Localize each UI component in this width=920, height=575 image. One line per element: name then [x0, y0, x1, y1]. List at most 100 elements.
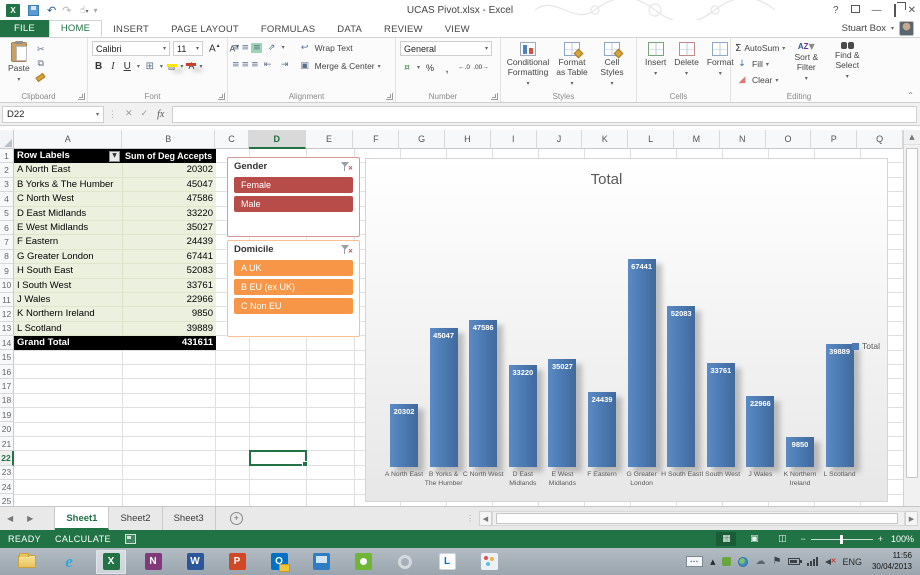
row-header-5[interactable]: 5 [0, 207, 14, 221]
pivot-data-row[interactable]: D East Midlands33220 [14, 207, 216, 221]
pivot-table[interactable]: Row Labels▼Sum of Deg AcceptsA North Eas… [14, 149, 216, 350]
row-header-3[interactable]: 3 [0, 178, 14, 192]
align-bottom-icon[interactable]: ≡ [251, 43, 262, 53]
taskbar-powerpoint-icon[interactable]: P [222, 550, 252, 574]
tray-volume-muted-icon[interactable]: ✕ [825, 557, 835, 566]
column-header-j[interactable]: J [537, 130, 583, 149]
pivot-cell-label[interactable]: J Wales [14, 293, 123, 307]
macro-record-icon[interactable] [125, 534, 136, 544]
scroll-up-icon[interactable]: ▲ [904, 130, 920, 145]
tray-battery-icon[interactable] [788, 558, 800, 565]
insert-function-icon[interactable]: fx [157, 109, 164, 120]
align-center-icon[interactable]: ≡ [242, 60, 249, 70]
slicer-domicile[interactable]: Domicile✕A UKB EU (ex UK)C Non EU [227, 240, 360, 337]
pivot-cell-value[interactable]: 52083 [123, 264, 216, 278]
row-header-16[interactable]: 16 [0, 365, 14, 379]
pivot-data-row[interactable]: L Scotland39889 [14, 322, 216, 336]
underline-button[interactable]: U [121, 61, 134, 72]
taskbar-excel-icon[interactable]: X [96, 550, 126, 574]
vertical-scrollbar[interactable]: ▲ [903, 130, 920, 506]
pivot-grand-total-row[interactable]: Grand Total431611 [14, 336, 216, 350]
pivot-cell-value[interactable]: Sum of Deg Accepts [123, 149, 216, 163]
select-all-corner[interactable] [0, 130, 14, 149]
paste-button[interactable]: Paste ▾ [4, 41, 34, 84]
pivot-cell-label[interactable]: F Eastern [14, 235, 123, 249]
fill-button[interactable]: ↓Fill▾ [735, 57, 785, 71]
normal-view-icon[interactable]: ▦ [716, 532, 736, 546]
page-layout-view-icon[interactable]: ▣ [744, 532, 764, 546]
pivot-cell-value[interactable]: 35027 [123, 221, 216, 235]
taskbar-word-icon[interactable]: W [180, 550, 210, 574]
column-header-e[interactable]: E [306, 130, 354, 149]
collapse-ribbon-icon[interactable]: ⌃ [907, 91, 914, 100]
font-size-select[interactable]: 11▾ [173, 41, 203, 56]
row-header-8[interactable]: 8 [0, 250, 14, 264]
italic-button[interactable]: I [108, 61, 117, 72]
tray-clock[interactable]: 11:56 30/04/2013 [872, 551, 912, 572]
clear-filter-icon[interactable]: ✕ [340, 244, 353, 255]
orientation-icon[interactable]: ⇗ [265, 41, 279, 54]
comma-style-icon[interactable]: , [440, 61, 454, 74]
pivot-cell-value[interactable]: 39889 [123, 322, 216, 336]
pivot-cell-value[interactable]: 47586 [123, 192, 216, 206]
pivot-cell-label[interactable]: H South East [14, 264, 123, 278]
zoom-thumb[interactable] [840, 535, 843, 544]
row-header-10[interactable]: 10 [0, 279, 14, 293]
alignment-dialog-launcher-icon[interactable] [386, 93, 393, 100]
taskbar-lync-icon[interactable]: L [432, 550, 462, 574]
bar-l-scotland[interactable] [826, 344, 854, 467]
horizontal-scroll-thumb[interactable] [496, 513, 898, 524]
row-header-2[interactable]: 2 [0, 163, 14, 177]
close-icon[interactable]: ✕ [908, 5, 916, 16]
row-headers[interactable]: 1234567891011121314151617181920212223242… [0, 149, 14, 506]
bold-button[interactable]: B [92, 61, 105, 72]
ribbon-display-options-icon[interactable] [851, 5, 860, 16]
column-header-h[interactable]: H [445, 130, 491, 149]
pivot-cell-label[interactable]: Grand Total [14, 336, 123, 350]
ribbon-tab-file[interactable]: FILE [0, 20, 49, 37]
row-header-18[interactable]: 18 [0, 394, 14, 408]
font-color-icon[interactable]: A [186, 62, 196, 71]
ribbon-tab-view[interactable]: VIEW [434, 22, 481, 37]
align-right-icon[interactable]: ≡ [251, 60, 258, 70]
align-top-icon[interactable]: ≡ [232, 43, 239, 53]
row-header-19[interactable]: 19 [0, 408, 14, 422]
delete-cells-button[interactable]: Delete▾ [670, 41, 703, 78]
row-header-23[interactable]: 23 [0, 466, 14, 480]
column-header-b[interactable]: B [122, 130, 215, 149]
row-header-13[interactable]: 13 [0, 322, 14, 336]
row-header-6[interactable]: 6 [0, 221, 14, 235]
merge-center-button[interactable]: ▣Merge & Center▾ [298, 59, 381, 73]
row-header-14[interactable]: 14 [0, 336, 14, 350]
row-header-1[interactable]: 1 [0, 149, 14, 163]
row-header-21[interactable]: 21 [0, 437, 14, 451]
taskbar-paint-icon[interactable] [474, 550, 504, 574]
slicer-item-b-eu-ex-uk-[interactable]: B EU (ex UK) [234, 279, 353, 295]
tray-action-center-icon[interactable]: ⚑ [772, 556, 781, 567]
zoom-slider[interactable]: − + [800, 534, 883, 544]
increase-indent-icon[interactable]: ⇥ [278, 58, 292, 71]
help-icon[interactable]: ? [833, 5, 839, 16]
ribbon-tab-data[interactable]: DATA [326, 22, 373, 37]
selected-cell-d22[interactable] [249, 450, 307, 465]
pivot-cell-value[interactable]: 33761 [123, 279, 216, 293]
touch-mode-icon[interactable]: ☝▾ [79, 5, 88, 16]
cell-styles-button[interactable]: Cell Styles▾ [593, 41, 631, 88]
pivot-data-row[interactable]: J Wales22966 [14, 293, 216, 307]
autosum-button[interactable]: ΣAutoSum▾ [735, 41, 785, 55]
tray-language[interactable]: ENG [842, 557, 862, 567]
formula-bar-splitter[interactable]: ⋮ [108, 109, 117, 120]
column-header-d[interactable]: D [249, 130, 306, 149]
pivot-chart[interactable]: Total 20302A North East45047B Yorks & Th… [365, 158, 888, 502]
pivot-cell-value[interactable]: 24439 [123, 235, 216, 249]
clipboard-dialog-launcher-icon[interactable] [78, 93, 85, 100]
pivot-data-row[interactable]: I South West33761 [14, 279, 216, 293]
account-area[interactable]: Stuart Box ▾ [842, 21, 914, 36]
sheet-tab-sheet2[interactable]: Sheet2 [109, 507, 162, 530]
cut-icon[interactable]: ✂ [34, 43, 48, 56]
enter-entry-icon[interactable]: ✓ [141, 109, 149, 119]
bar-c-north-west[interactable] [469, 320, 497, 467]
column-header-g[interactable]: G [399, 130, 445, 149]
tray-signal-icon[interactable] [807, 557, 818, 566]
pivot-cell-label[interactable]: E West Midlands [14, 221, 123, 235]
